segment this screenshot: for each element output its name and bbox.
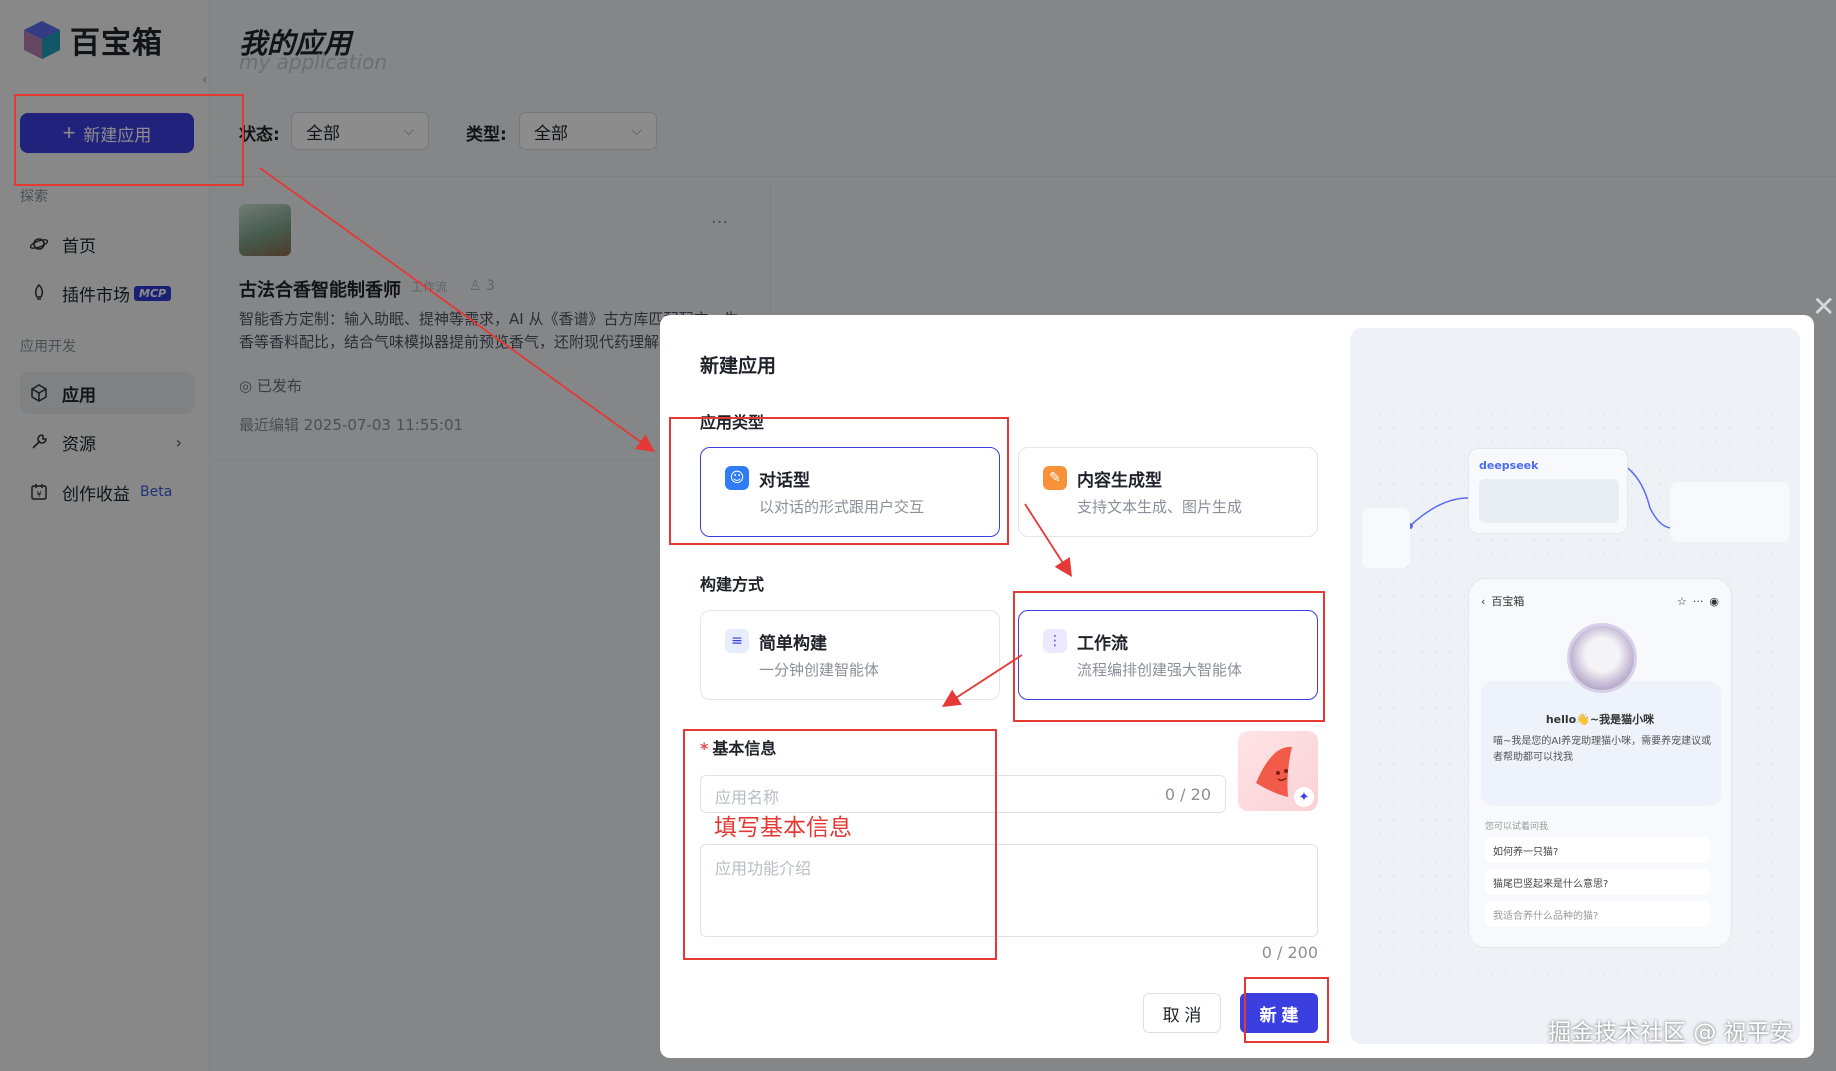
cat-avatar bbox=[1567, 623, 1637, 693]
build-simple-option[interactable]: ≡ 简单构建 一分钟创建智能体 bbox=[700, 610, 1000, 700]
annotation-box-app-type bbox=[669, 417, 1009, 545]
back-icon: ‹ bbox=[1481, 594, 1486, 608]
option-name: 简单构建 bbox=[759, 634, 827, 654]
annotation-box-new-app bbox=[14, 94, 244, 186]
annotation-box-create bbox=[1244, 977, 1329, 1043]
option-desc: 支持文本生成、图片生成 bbox=[1077, 498, 1243, 516]
welcome-hello: hello👋~我是猫小咪 bbox=[1545, 713, 1655, 726]
preview-panel: deepseek ‹ 百宝箱 ☆ ··· ◉ hello👋~我是猫小咪 喵~我是… bbox=[1350, 328, 1800, 1044]
sparkle-icon[interactable]: ✦ bbox=[1294, 787, 1314, 807]
phone-preview: ‹ 百宝箱 ☆ ··· ◉ hello👋~我是猫小咪 喵~我是您的AI养宠助理猫… bbox=[1468, 578, 1732, 948]
star-icon: ☆ bbox=[1677, 594, 1687, 608]
annotation-box-workflow bbox=[1013, 591, 1325, 722]
annotation-box-basic-info bbox=[683, 729, 997, 960]
option-desc: 一分钟创建智能体 bbox=[759, 661, 880, 679]
deepseek-logo-text: deepseek bbox=[1479, 459, 1539, 472]
suggested-question: 如何养一只猫? bbox=[1485, 837, 1711, 863]
watermark: 掘金技术社区 @ 祝平安 bbox=[1548, 1020, 1793, 1046]
suggested-questions-label: 您可以试着问我 bbox=[1485, 822, 1549, 832]
option-name: 内容生成型 bbox=[1077, 471, 1162, 491]
welcome-intro: 喵~我是您的AI养宠助理猫小咪，需要养宠建议或者帮助都可以找我 bbox=[1493, 736, 1712, 763]
app-type-content-option[interactable]: ✎ 内容生成型 支持文本生成、图片生成 bbox=[1018, 447, 1318, 537]
phone-brand: 百宝箱 bbox=[1491, 595, 1525, 608]
phone-header: ‹ 百宝箱 ☆ ··· ◉ bbox=[1481, 593, 1719, 609]
build-mode-label: 构建方式 bbox=[700, 575, 765, 594]
suggested-question: 我适合养什么品种的猫? bbox=[1485, 901, 1711, 927]
app-name-count: 0 / 20 bbox=[1164, 785, 1211, 804]
feather-pen-icon: ✎ bbox=[1043, 466, 1067, 490]
more-icon: ··· bbox=[1692, 594, 1704, 608]
app-icon-picker[interactable]: ✦ bbox=[1238, 731, 1318, 811]
deepseek-flow-node: deepseek bbox=[1468, 448, 1628, 534]
dialog-title: 新建应用 bbox=[700, 355, 777, 377]
close-icon[interactable]: ✕ bbox=[1812, 290, 1835, 323]
record-icon: ◉ bbox=[1709, 594, 1719, 608]
suggested-question: 猫尾巴竖起来是什么意思? bbox=[1485, 869, 1711, 895]
flow-node-body bbox=[1479, 479, 1619, 523]
cancel-button[interactable]: 取 消 bbox=[1143, 993, 1221, 1033]
app-description-count: 0 / 200 bbox=[1261, 943, 1318, 962]
annotation-label: 填写基本信息 bbox=[714, 815, 852, 841]
list-lines-icon: ≡ bbox=[725, 629, 749, 653]
